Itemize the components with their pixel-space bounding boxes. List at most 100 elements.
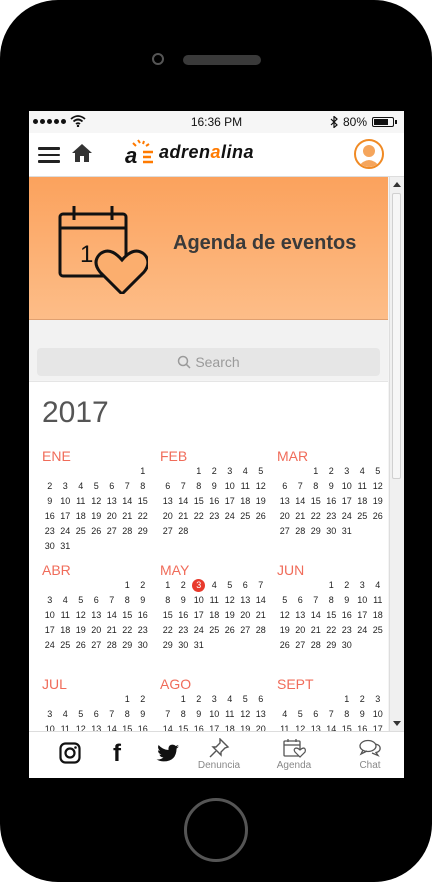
calendar-day[interactable]: 26	[222, 623, 238, 638]
calendar-day[interactable]: 24	[339, 509, 355, 524]
calendar-day[interactable]: 10	[191, 593, 207, 608]
calendar-day[interactable]: 5	[89, 479, 105, 494]
calendar-day[interactable]: 12	[89, 494, 105, 509]
calendar-day[interactable]: 1	[176, 692, 192, 707]
calendar-day[interactable]: 15	[160, 608, 176, 623]
calendar-day[interactable]: 21	[293, 509, 309, 524]
calendar-day[interactable]: 13	[89, 608, 105, 623]
calendar-day[interactable]: 20	[293, 623, 309, 638]
calendar-day[interactable]: 24	[42, 638, 58, 653]
calendar-day[interactable]: 5	[277, 593, 293, 608]
calendar-day[interactable]: 28	[176, 524, 192, 539]
calendar-day[interactable]: 11	[207, 593, 223, 608]
calendar-day[interactable]: 1	[191, 464, 207, 479]
calendar-day[interactable]: 24	[355, 623, 371, 638]
calendar-day[interactable]: 26	[253, 509, 269, 524]
calendar-day[interactable]: 28	[120, 524, 136, 539]
calendar-day[interactable]: 2	[355, 692, 371, 707]
calendar-day[interactable]: 6	[160, 479, 176, 494]
calendar-day[interactable]: 5	[293, 707, 309, 722]
calendar-day[interactable]: 12	[253, 479, 269, 494]
calendar-day[interactable]: 21	[253, 608, 269, 623]
calendar-day[interactable]: 31	[58, 539, 74, 554]
calendar-day[interactable]: 3	[370, 692, 386, 707]
calendar-day[interactable]: 6	[89, 707, 105, 722]
calendar-day[interactable]: 2	[207, 464, 223, 479]
facebook-icon[interactable]: f	[113, 740, 121, 768]
menu-icon[interactable]	[38, 147, 60, 163]
calendar-day[interactable]: 13	[160, 494, 176, 509]
calendar-day[interactable]: 31	[191, 638, 207, 653]
calendar-day[interactable]: 17	[339, 494, 355, 509]
calendar-day[interactable]: 7	[308, 593, 324, 608]
calendar-day[interactable]: 2	[191, 692, 207, 707]
calendar-day[interactable]: 7	[293, 479, 309, 494]
calendar-day[interactable]: 13	[238, 593, 254, 608]
calendar-day[interactable]: 5	[222, 578, 238, 593]
scroll-up-icon[interactable]	[393, 182, 401, 187]
calendar-day[interactable]: 27	[277, 524, 293, 539]
calendar-day[interactable]: 9	[355, 707, 371, 722]
calendar-day[interactable]: 23	[42, 524, 58, 539]
calendar-day[interactable]: 3	[207, 692, 223, 707]
calendar-day[interactable]: 2	[339, 578, 355, 593]
calendar-day[interactable]: 17	[42, 623, 58, 638]
calendar-day[interactable]: 29	[160, 638, 176, 653]
calendar-day[interactable]: 17	[58, 509, 74, 524]
calendar-day[interactable]: 11	[73, 494, 89, 509]
calendar-day[interactable]: 6	[253, 692, 269, 707]
calendar-day[interactable]: 29	[120, 638, 136, 653]
calendar-day[interactable]: 10	[42, 608, 58, 623]
calendar-day[interactable]: 9	[135, 707, 151, 722]
calendar-day[interactable]: 26	[73, 638, 89, 653]
calendar-day[interactable]: 25	[238, 509, 254, 524]
calendar-day[interactable]: 3	[339, 464, 355, 479]
calendar-day[interactable]: 8	[308, 479, 324, 494]
calendar-day[interactable]: 3	[58, 479, 74, 494]
calendar-day[interactable]: 25	[355, 509, 371, 524]
calendar-day[interactable]: 1	[135, 464, 151, 479]
home-button[interactable]	[184, 798, 248, 862]
calendar-day[interactable]: 26	[89, 524, 105, 539]
calendar-day[interactable]: 15	[191, 494, 207, 509]
avatar[interactable]	[354, 139, 384, 169]
calendar-day[interactable]: 22	[120, 623, 136, 638]
calendar-day[interactable]: 28	[308, 638, 324, 653]
calendar-day[interactable]: 24	[191, 623, 207, 638]
calendar-day[interactable]: 19	[253, 494, 269, 509]
calendar-day[interactable]: 8	[339, 707, 355, 722]
calendar-day[interactable]: 23	[176, 623, 192, 638]
calendar-day[interactable]: 4	[73, 479, 89, 494]
calendar-day[interactable]: 8	[324, 593, 340, 608]
calendar-day[interactable]: 7	[104, 593, 120, 608]
calendar-day[interactable]: 18	[355, 494, 371, 509]
calendar-day[interactable]: 8	[176, 707, 192, 722]
calendar-day[interactable]: 11	[238, 479, 254, 494]
calendar-day[interactable]: 6	[308, 707, 324, 722]
calendar-day[interactable]: 18	[73, 509, 89, 524]
calendar-day[interactable]: 14	[176, 494, 192, 509]
scroll-down-icon[interactable]	[393, 721, 401, 726]
calendar-day[interactable]: 16	[339, 608, 355, 623]
calendar-day[interactable]: 12	[370, 479, 386, 494]
calendar-day[interactable]: 9	[176, 593, 192, 608]
calendar-day[interactable]: 27	[89, 638, 105, 653]
calendar-day[interactable]: 4	[222, 692, 238, 707]
calendar-day[interactable]: 19	[222, 608, 238, 623]
calendar-day[interactable]: 27	[160, 524, 176, 539]
calendar-day[interactable]: 30	[339, 638, 355, 653]
calendar-day[interactable]: 8	[191, 479, 207, 494]
calendar-day[interactable]: 26	[277, 638, 293, 653]
calendar-day[interactable]: 21	[308, 623, 324, 638]
calendar-day[interactable]: 10	[58, 494, 74, 509]
calendar-day[interactable]: 15	[135, 494, 151, 509]
tab-chat[interactable]: Chat	[342, 738, 398, 771]
calendar-day[interactable]: 12	[222, 593, 238, 608]
calendar-day[interactable]: 12	[73, 608, 89, 623]
calendar-day[interactable]: 4	[58, 593, 74, 608]
calendar-day[interactable]: 17	[191, 608, 207, 623]
calendar-day[interactable]: 2	[176, 578, 192, 593]
calendar-day[interactable]: 4	[370, 578, 386, 593]
calendar-day[interactable]: 5	[73, 707, 89, 722]
calendar-day[interactable]: 8	[135, 479, 151, 494]
